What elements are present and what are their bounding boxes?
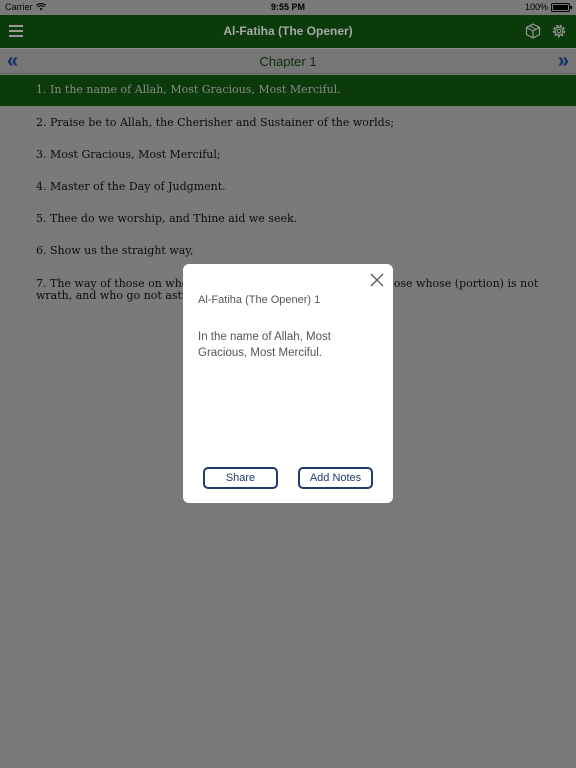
cube-icon[interactable] [524,22,542,40]
nav-bar: Al-Fatiha (The Opener) [0,15,576,48]
gear-icon[interactable] [550,22,568,40]
chapter-title: Chapter 1 [259,54,317,69]
verse-item-1[interactable]: 1. In the name of Allah, Most Gracious, … [0,75,576,106]
dialog-body: In the name of Allah, Most Gracious, Mos… [198,331,331,359]
verse-item-6[interactable]: 6. Show us the straight way, [0,245,230,257]
page-title: Al-Fatiha (The Opener) [223,24,353,38]
dialog-title: Al-Fatiha (The Opener) 1 [198,294,321,306]
status-bar: Carrier 9:55 PM 100% [0,0,576,15]
verse-dialog: Al-Fatiha (The Opener) 1 In the name of … [183,264,393,503]
verse-item-3[interactable]: 3. Most Gracious, Most Merciful; [0,149,257,161]
verse-item-4[interactable]: 4. Master of the Day of Judgment. [0,181,262,193]
battery-indicator: 100% [524,2,572,12]
add-notes-button[interactable]: Add Notes [298,467,373,489]
battery-percent: 100% [524,2,548,12]
chapter-bar: « Chapter 1 » [0,48,576,74]
verse-item-5[interactable]: 5. Thee do we worship, and Thine aid we … [0,213,333,225]
close-icon[interactable] [369,272,385,288]
verse-list: 1. In the name of Allah, Most Gracious, … [0,75,576,302]
verse-item-2[interactable]: 2. Praise be to Allah, the Cherisher and… [0,117,430,129]
next-chapter-icon[interactable]: » [558,51,569,71]
share-button[interactable]: Share [203,467,278,489]
clock: 9:55 PM [270,2,305,12]
battery-icon [551,2,572,12]
